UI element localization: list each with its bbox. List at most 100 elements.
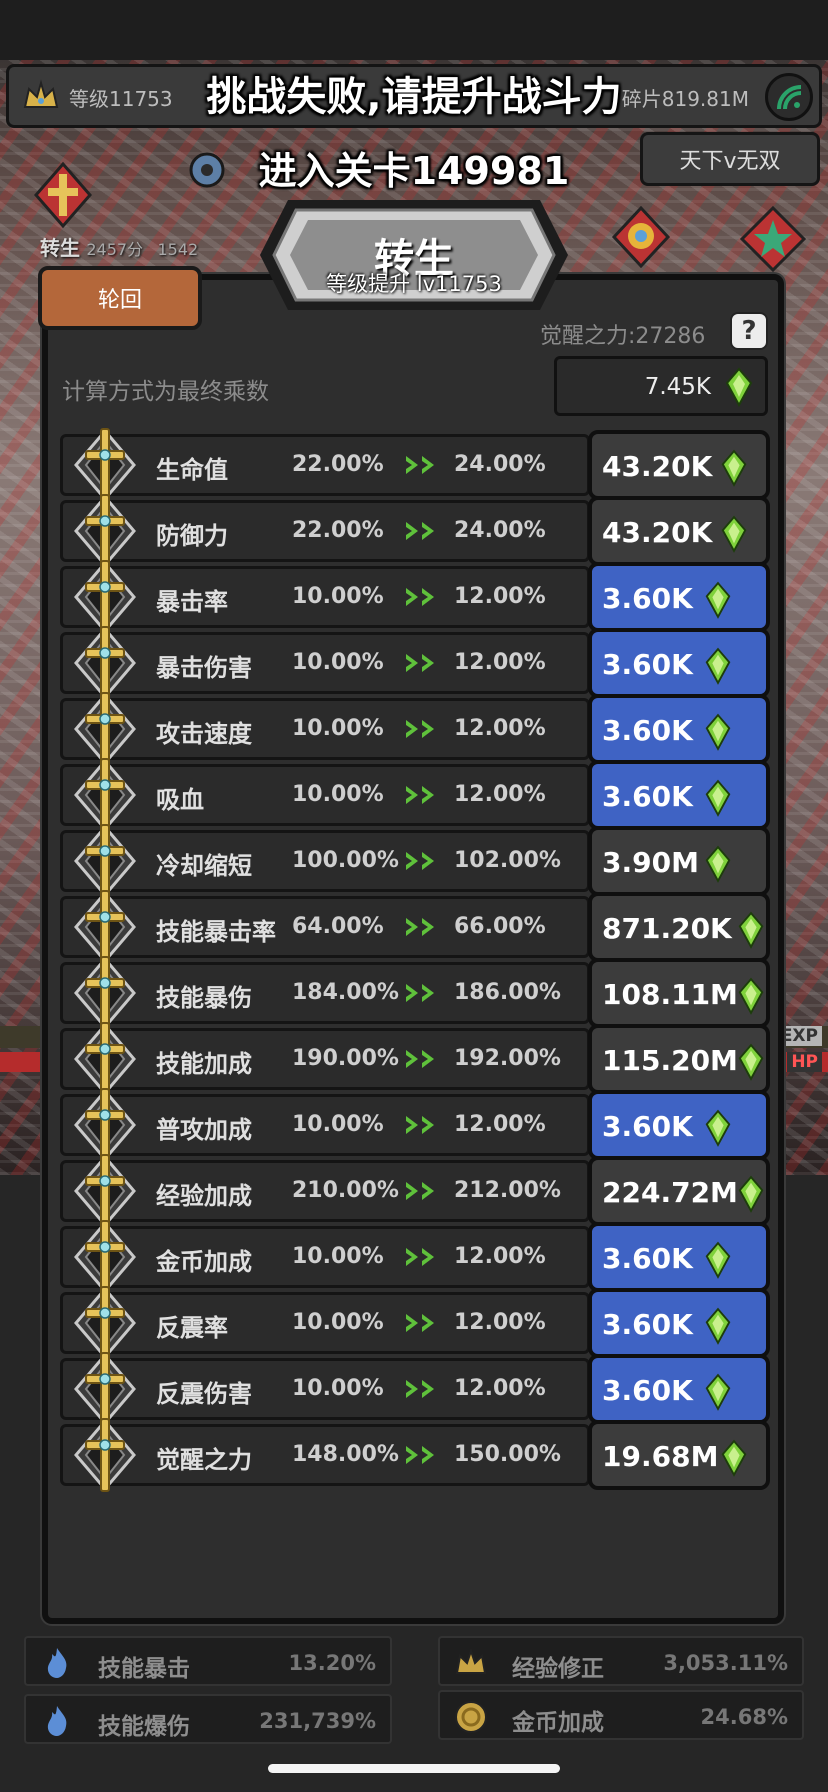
star-emblem-icon xyxy=(740,206,806,272)
upgrade-cost-button[interactable]: 43.20K xyxy=(588,430,770,500)
double-arrow-icon xyxy=(406,786,434,804)
upgrade-current: 148.00% xyxy=(292,1442,399,1467)
green-gem-icon xyxy=(705,845,730,883)
green-gem-icon xyxy=(705,647,730,685)
upgrade-next: 12.00% xyxy=(454,716,546,741)
upgrade-cost-value: 43.20K xyxy=(602,516,713,549)
upgrade-row: 暴击率 10.00% 12.00% 3.60K xyxy=(58,560,770,634)
upgrade-current: 10.00% xyxy=(292,1376,384,1401)
green-gem-icon xyxy=(721,1439,747,1477)
upgrade-name: 冷却缩短 xyxy=(156,852,252,880)
upgrade-current: 10.00% xyxy=(292,716,384,741)
upgrade-next: 12.00% xyxy=(454,650,546,675)
upgrade-cost-button[interactable]: 108.11M xyxy=(588,958,770,1028)
upgrade-name: 防御力 xyxy=(156,522,228,550)
stat-value: 3,053.11% xyxy=(663,1651,788,1675)
home-indicator[interactable] xyxy=(268,1764,560,1773)
flame-icon xyxy=(47,1648,67,1678)
panel-subtitle: 等级提升 lv11753 xyxy=(326,272,502,296)
upgrade-cost-button[interactable]: 3.60K xyxy=(588,1354,770,1424)
upgrade-row: 反震率 10.00% 12.00% 3.60K xyxy=(58,1286,770,1360)
upgrade-row: 暴击伤害 10.00% 12.00% 3.60K xyxy=(58,626,770,700)
upgrade-next: 12.00% xyxy=(454,1310,546,1335)
total-cost-box: 7.45K xyxy=(554,356,768,416)
upgrade-cost-button[interactable]: 3.60K xyxy=(588,1222,770,1292)
toast-stage: 进入关卡149981 xyxy=(258,149,570,193)
upgrade-cost-value: 43.20K xyxy=(602,450,713,483)
upgrade-cost-button[interactable]: 3.60K xyxy=(588,1090,770,1160)
stat-card-exp-correction: 经验修正 3,053.11% xyxy=(438,1636,804,1686)
upgrade-cost-value: 3.60K xyxy=(602,1374,693,1407)
stat-label: 经验修正 xyxy=(512,1656,604,1682)
upgrade-cost-button[interactable]: 3.60K xyxy=(588,628,770,698)
green-gem-icon xyxy=(738,1175,763,1213)
upgrade-cost-button[interactable]: 3.60K xyxy=(588,562,770,632)
upgrade-cost-value: 3.60K xyxy=(602,582,693,615)
cross-icon xyxy=(74,824,136,898)
upgrade-next: 12.00% xyxy=(454,1112,546,1137)
upgrade-row: 吸血 10.00% 12.00% 3.60K xyxy=(58,758,770,832)
total-cost-value: 7.45K xyxy=(644,374,711,400)
upgrade-cost-value: 3.60K xyxy=(602,780,693,813)
cross-icon xyxy=(74,1088,136,1162)
upgrade-cost-button[interactable]: 19.68M xyxy=(588,1420,770,1490)
double-arrow-icon xyxy=(406,720,434,738)
upgrade-next: 24.00% xyxy=(454,518,546,543)
upgrade-next: 192.00% xyxy=(454,1046,561,1071)
tab-reincarnation[interactable]: 轮回 xyxy=(38,266,202,330)
upgrade-row: 普攻加成 10.00% 12.00% 3.60K xyxy=(58,1088,770,1162)
upgrade-current: 210.00% xyxy=(292,1178,399,1203)
upgrade-name: 觉醒之力 xyxy=(156,1446,252,1474)
cross-icon xyxy=(74,1418,136,1492)
background-rebirth-score: 2457分 xyxy=(86,240,144,259)
upgrade-cost-value: 19.68M xyxy=(602,1440,719,1473)
green-gem-icon xyxy=(721,515,747,553)
green-gem-icon xyxy=(705,1109,730,1147)
double-arrow-icon xyxy=(406,984,434,1002)
upgrade-row: 攻击速度 10.00% 12.00% 3.60K xyxy=(58,692,770,766)
upgrade-next: 186.00% xyxy=(454,980,561,1005)
upgrade-cost-button[interactable]: 3.60K xyxy=(588,1288,770,1358)
double-arrow-icon xyxy=(406,918,434,936)
upgrade-cost-value: 108.11M xyxy=(602,978,738,1011)
upgrade-cost-button[interactable]: 871.20K xyxy=(588,892,770,962)
background-rebirth-count: 1542 xyxy=(157,240,199,259)
upgrade-current: 10.00% xyxy=(292,1112,384,1137)
help-button[interactable]: ? xyxy=(730,312,768,350)
upgrade-name: 普攻加成 xyxy=(156,1116,252,1144)
coin-icon xyxy=(455,1701,487,1733)
upgrade-cost-button[interactable]: 115.20M xyxy=(588,1024,770,1094)
cross-icon xyxy=(74,626,136,700)
double-arrow-icon xyxy=(406,1446,434,1464)
green-gem-icon xyxy=(721,449,747,487)
double-arrow-icon xyxy=(406,1314,434,1332)
cross-icon xyxy=(74,692,136,766)
upgrade-cost-button[interactable]: 224.72M xyxy=(588,1156,770,1226)
stat-value: 231,739% xyxy=(259,1709,376,1733)
upgrade-current: 10.00% xyxy=(292,1310,384,1335)
upgrade-cost-button[interactable]: 43.20K xyxy=(588,496,770,566)
green-gem-icon xyxy=(705,1241,730,1279)
cross-icon xyxy=(74,494,136,568)
upgrade-row: 经验加成 210.00% 212.00% 224.72M xyxy=(58,1154,770,1228)
upgrade-row: 反震伤害 10.00% 12.00% 3.60K xyxy=(58,1352,770,1426)
upgrade-cost-value: 224.72M xyxy=(602,1176,738,1209)
cross-icon xyxy=(74,758,136,832)
stat-card-skill-crit-damage: 技能爆伤 231,739% xyxy=(24,1694,392,1744)
upgrade-current: 100.00% xyxy=(292,848,399,873)
upgrade-cost-button[interactable]: 3.60K xyxy=(588,694,770,764)
hp-label: HP xyxy=(787,1052,822,1072)
upgrade-next: 12.00% xyxy=(454,584,546,609)
upgrade-name: 吸血 xyxy=(156,786,204,814)
upgrade-row: 金币加成 10.00% 12.00% 3.60K xyxy=(58,1220,770,1294)
upgrade-current: 22.00% xyxy=(292,452,384,477)
upgrade-cost-button[interactable]: 3.60K xyxy=(588,760,770,830)
cross-icon xyxy=(74,1220,136,1294)
upgrade-name: 技能加成 xyxy=(156,1050,252,1078)
upgrade-next: 102.00% xyxy=(454,848,561,873)
upgrade-cost-button[interactable]: 3.90M xyxy=(588,826,770,896)
upgrade-current: 10.00% xyxy=(292,1244,384,1269)
double-arrow-icon xyxy=(406,1050,434,1068)
green-gem-icon xyxy=(705,713,730,751)
upgrade-name: 金币加成 xyxy=(156,1248,252,1276)
